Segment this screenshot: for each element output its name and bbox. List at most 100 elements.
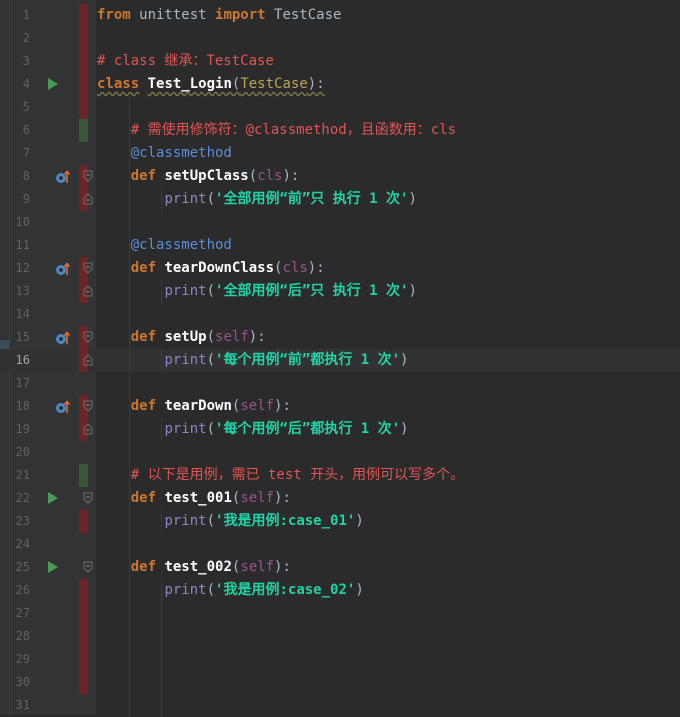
vcs-added-marker[interactable] [79, 119, 88, 142]
vcs-modified-marker[interactable] [79, 648, 88, 671]
code-text[interactable]: def setUp(self): [97, 326, 266, 349]
code-text[interactable]: class Test_Login(TestCase): [97, 73, 325, 96]
code-text[interactable]: def setUpClass(cls): [97, 165, 300, 188]
fold-close-icon[interactable] [83, 285, 93, 297]
line-number[interactable]: 29 [10, 648, 30, 671]
line-number[interactable]: 22 [10, 487, 30, 510]
line-number[interactable]: 25 [10, 556, 30, 579]
code-text[interactable]: # 以下是用例，需已 test 开头，用例可以写多个。 [97, 464, 464, 487]
line-number[interactable]: 6 [10, 119, 30, 142]
line-number[interactable]: 10 [10, 211, 30, 234]
line-number[interactable]: 12 [10, 257, 30, 280]
fold-open-icon[interactable] [83, 492, 93, 504]
code-line[interactable]: 13 print('全部用例“后”只 执行 1 次') [0, 280, 680, 303]
code-line[interactable]: 26 print('我是用例:case_02') [0, 579, 680, 602]
vcs-added-marker[interactable] [79, 464, 88, 487]
code-text[interactable]: print('全部用例“前”只 执行 1 次') [97, 188, 416, 211]
code-line[interactable]: 10 [0, 211, 680, 234]
code-text[interactable]: def tearDownClass(cls): [97, 257, 325, 280]
line-number[interactable]: 11 [10, 234, 30, 257]
line-number[interactable]: 3 [10, 50, 30, 73]
code-text[interactable]: print('每个用例“后”都执行 1 次') [97, 418, 408, 441]
line-number[interactable]: 21 [10, 464, 30, 487]
vcs-modified-marker[interactable] [79, 579, 88, 602]
code-text[interactable]: print('全部用例“后”只 执行 1 次') [97, 280, 416, 303]
line-number[interactable]: 31 [10, 694, 30, 717]
line-number[interactable]: 9 [10, 188, 30, 211]
line-number[interactable]: 18 [10, 395, 30, 418]
fold-close-icon[interactable] [83, 423, 93, 435]
vcs-modified-marker[interactable] [79, 4, 88, 27]
code-text[interactable]: from unittest import TestCase [97, 4, 341, 27]
vcs-modified-marker[interactable] [79, 510, 88, 533]
line-number[interactable]: 17 [10, 372, 30, 395]
fold-open-icon[interactable] [83, 400, 93, 412]
line-number[interactable]: 27 [10, 602, 30, 625]
vcs-modified-marker[interactable] [79, 27, 88, 50]
code-text[interactable]: @classmethod [97, 234, 232, 257]
code-text[interactable]: def test_002(self): [97, 556, 291, 579]
vcs-modified-marker[interactable] [79, 671, 88, 694]
line-number[interactable]: 8 [10, 165, 30, 188]
code-line[interactable]: 6 # 需使用修饰符：@classmethod，且函数用：cls [0, 119, 680, 142]
line-number[interactable]: 19 [10, 418, 30, 441]
override-method-icon[interactable] [55, 169, 71, 185]
code-line[interactable]: 3 # class 继承：TestCase [0, 50, 680, 73]
line-number[interactable]: 24 [10, 533, 30, 556]
code-line[interactable]: 19 print('每个用例“后”都执行 1 次') [0, 418, 680, 441]
code-text[interactable]: print('每个用例“前”都执行 1 次') [97, 349, 408, 372]
run-test-icon[interactable] [48, 492, 58, 504]
override-method-icon[interactable] [55, 261, 71, 277]
code-text[interactable]: print('我是用例:case_01') [97, 510, 363, 533]
code-line[interactable]: 29 [0, 648, 680, 671]
code-line[interactable]: 18 def tearDown(self): [0, 395, 680, 418]
code-text[interactable]: @classmethod [97, 142, 232, 165]
code-line[interactable]: 14 [0, 303, 680, 326]
code-line[interactable]: 4 class Test_Login(TestCase): [0, 73, 680, 96]
line-number[interactable]: 7 [10, 142, 30, 165]
code-line[interactable]: 31 [0, 694, 680, 717]
line-number[interactable]: 2 [10, 27, 30, 50]
vcs-modified-marker[interactable] [79, 602, 88, 625]
code-line[interactable]: 30 [0, 671, 680, 694]
line-number[interactable]: 14 [10, 303, 30, 326]
code-line[interactable]: 24 [0, 533, 680, 556]
code-line[interactable]: 15 def setUp(self): [0, 326, 680, 349]
vcs-modified-marker[interactable] [79, 50, 88, 73]
line-number[interactable]: 20 [10, 441, 30, 464]
line-number[interactable]: 5 [10, 96, 30, 119]
code-line[interactable]: 28 [0, 625, 680, 648]
vcs-modified-marker[interactable] [79, 73, 88, 96]
code-text[interactable]: def tearDown(self): [97, 395, 291, 418]
code-text[interactable]: # 需使用修饰符：@classmethod，且函数用：cls [97, 119, 456, 142]
line-number[interactable]: 23 [10, 510, 30, 533]
fold-close-icon[interactable] [83, 354, 93, 366]
code-line[interactable]: 25 def test_002(self): [0, 556, 680, 579]
override-method-icon[interactable] [55, 330, 71, 346]
code-text[interactable]: def test_001(self): [97, 487, 291, 510]
code-line[interactable]: 2 [0, 27, 680, 50]
code-line[interactable]: 7 @classmethod [0, 142, 680, 165]
line-number[interactable]: 15 [10, 326, 30, 349]
line-number[interactable]: 13 [10, 280, 30, 303]
run-test-icon[interactable] [48, 561, 58, 573]
override-method-icon[interactable] [55, 399, 71, 415]
code-line[interactable]: 16 print('每个用例“前”都执行 1 次') [0, 349, 680, 372]
line-number[interactable]: 28 [10, 625, 30, 648]
code-line[interactable]: 5 [0, 96, 680, 119]
code-line[interactable]: 8 def setUpClass(cls): [0, 165, 680, 188]
fold-open-icon[interactable] [83, 561, 93, 573]
fold-open-icon[interactable] [83, 170, 93, 182]
code-line[interactable]: 1 from unittest import TestCase [0, 4, 680, 27]
code-line[interactable]: 20 [0, 441, 680, 464]
code-line[interactable]: 11 @classmethod [0, 234, 680, 257]
line-number[interactable]: 16 [10, 349, 30, 372]
vcs-modified-marker[interactable] [79, 96, 88, 119]
line-number[interactable]: 4 [10, 73, 30, 96]
code-line[interactable]: 21 # 以下是用例，需已 test 开头，用例可以写多个。 [0, 464, 680, 487]
code-line[interactable]: 27 [0, 602, 680, 625]
code-line[interactable]: 23 print('我是用例:case_01') [0, 510, 680, 533]
fold-open-icon[interactable] [83, 262, 93, 274]
code-text[interactable]: # class 继承：TestCase [97, 50, 274, 73]
code-text[interactable]: print('我是用例:case_02') [97, 579, 363, 602]
